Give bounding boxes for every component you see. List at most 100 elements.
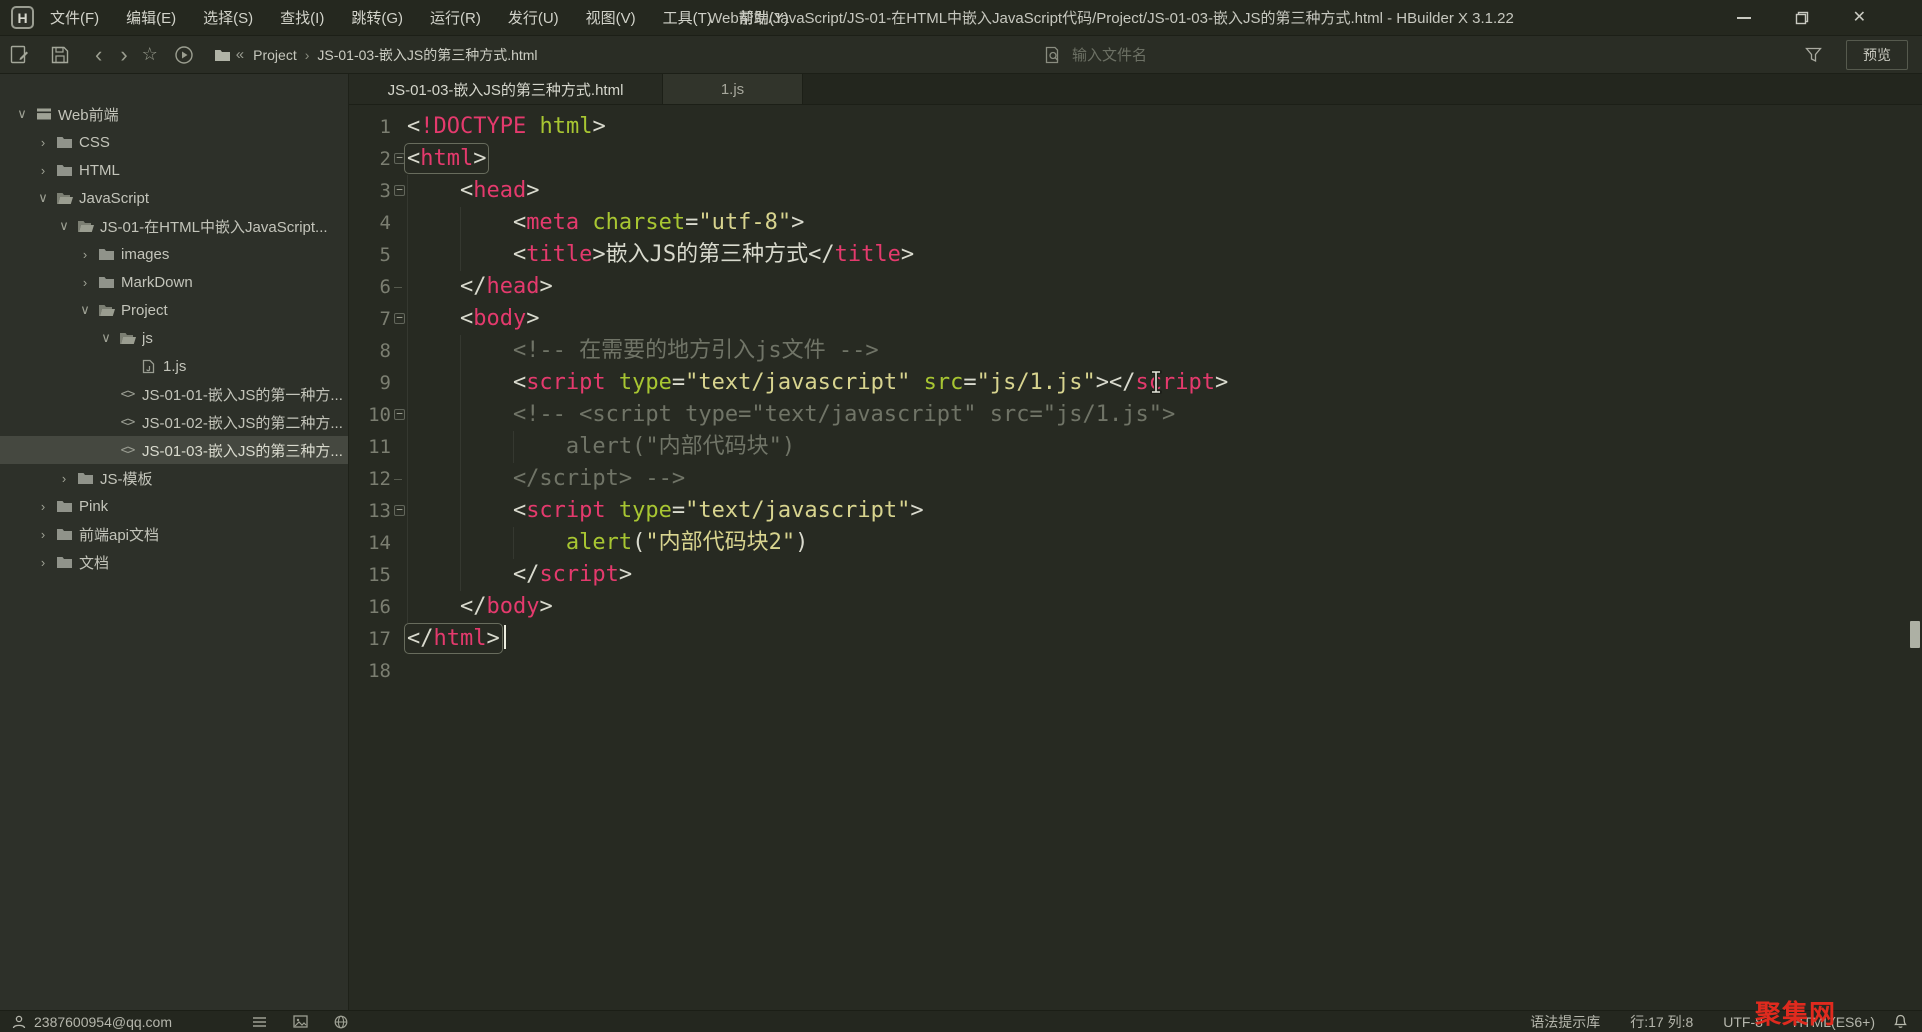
editor-tab-1[interactable]: 1.js [663,74,803,104]
chevron-down-icon[interactable]: ∨ [55,218,73,234]
notification-bell-icon[interactable] [1893,1014,1908,1029]
minimize-button[interactable] [1737,17,1751,19]
code-line-11[interactable]: 11alert("内部代码块") [349,431,1922,463]
code-line-15[interactable]: 15</script> [349,559,1922,591]
tree-item-1[interactable]: ›CSS [0,128,348,156]
tree-item-8[interactable]: ∨js [0,324,348,352]
run-icon[interactable] [174,45,194,65]
favorite-star-icon[interactable]: ☆ [142,44,158,65]
menu-item-view[interactable]: 视图(V) [586,7,636,28]
chevron-right-icon[interactable]: › [34,163,52,178]
code-line-9[interactable]: 9<script type="text/javascript" src="js/… [349,367,1922,399]
syntax-hint-library[interactable]: 语法提示库 [1530,1012,1600,1032]
chevron-right-icon[interactable]: › [55,471,73,486]
menu-item-file[interactable]: 文件(F) [50,7,99,28]
chevron-down-icon[interactable]: ∨ [13,106,31,122]
code-line-14[interactable]: 14alert("内部代码块2") [349,527,1922,559]
file-search-input[interactable] [1070,46,1290,65]
tree-item-10[interactable]: <>JS-01-01-嵌入JS的第一种方... [0,380,348,408]
folder-open-icon [115,331,140,345]
editor-tab-bar: JS-01-03-嵌入JS的第三种方式.html1.js [349,74,1922,105]
chevron-down-icon[interactable]: ∨ [34,190,52,206]
tree-item-6[interactable]: ›MarkDown [0,268,348,296]
code-line-4[interactable]: 4<meta charset="utf-8"> [349,207,1922,239]
code-line-6[interactable]: 6</head> [349,271,1922,303]
filter-funnel-icon[interactable] [1805,47,1822,63]
fold-gutter [391,559,407,591]
menu-item-goto[interactable]: 跳转(G) [351,7,403,28]
chevron-right-icon[interactable]: › [76,247,94,262]
menu-item-select[interactable]: 选择(S) [203,7,253,28]
tree-item-9[interactable]: 1.js [0,352,348,380]
chevron-right-icon[interactable]: › [34,135,52,150]
fold-marker-icon[interactable]: − [391,175,407,207]
maximize-button[interactable] [1795,11,1809,25]
fold-marker-icon[interactable]: − [391,303,407,335]
back-icon[interactable]: ‹ [95,45,102,65]
fold-marker-icon[interactable]: − [391,399,407,431]
tree-item-15[interactable]: ›前端api文档 [0,520,348,548]
account-email[interactable]: 2387600954@qq.com [34,1014,172,1030]
cursor-position[interactable]: 行:17 列:8 [1630,1012,1693,1032]
js-file-icon [136,359,161,374]
tree-item-14[interactable]: ›Pink [0,492,348,520]
menu-item-run[interactable]: 运行(R) [430,7,481,28]
code-editor[interactable]: 1<!DOCTYPE html>2−<html>3−<head>4<meta c… [349,105,1922,1010]
code-line-12[interactable]: 12</script> --> [349,463,1922,495]
chevron-down-icon[interactable]: ∨ [76,302,94,318]
tree-item-13[interactable]: ›JS-模板 [0,464,348,492]
chevron-down-icon[interactable]: ∨ [97,330,115,346]
code-line-13[interactable]: 13−<script type="text/javascript"> [349,495,1922,527]
code-line-2[interactable]: 2−<html> [349,143,1922,175]
encoding[interactable]: UTF-8 [1723,1014,1763,1030]
menu-item-publish[interactable]: 发行(U) [508,7,559,28]
code-line-7[interactable]: 7−<body> [349,303,1922,335]
code-line-16[interactable]: 16</body> [349,591,1922,623]
tree-item-11[interactable]: <>JS-01-02-嵌入JS的第二种方... [0,408,348,436]
breadcrumb-project[interactable]: Project [253,47,297,63]
tree-item-12[interactable]: <>JS-01-03-嵌入JS的第三种方... [0,436,348,464]
close-button[interactable]: ✕ [1853,10,1866,26]
code-line-8[interactable]: 8<!-- 在需要的地方引入js文件 --> [349,335,1922,367]
menu-item-find[interactable]: 查找(I) [280,7,324,28]
tree-item-3[interactable]: ∨JavaScript [0,184,348,212]
menu-item-tools[interactable]: 工具(T) [663,7,712,28]
breadcrumb-file[interactable]: JS-01-03-嵌入JS的第三种方式.html [317,45,537,65]
new-file-icon[interactable] [10,45,29,64]
preview-button[interactable]: 预览 [1846,40,1908,70]
fold-gutter [391,655,407,687]
code-line-10[interactable]: 10−<!-- <script type="text/javascript" s… [349,399,1922,431]
tree-item-label: images [121,246,169,263]
file-type[interactable]: HTML(ES6+) [1793,1014,1875,1030]
editor-tab-0[interactable]: JS-01-03-嵌入JS的第三种方式.html [349,74,663,104]
tree-item-4[interactable]: ∨JS-01-在HTML中嵌入JavaScript... [0,212,348,240]
tree-item-0[interactable]: ∨Web前端 [0,100,348,128]
line-number: 18 [349,655,391,687]
menu-item-help[interactable]: 帮助(Y) [739,7,789,28]
fold-marker-icon[interactable]: − [391,143,407,175]
code-line-1[interactable]: 1<!DOCTYPE html> [349,111,1922,143]
tree-item-7[interactable]: ∨Project [0,296,348,324]
tree-item-16[interactable]: ›文档 [0,548,348,576]
code-line-17[interactable]: 17</html> [349,623,1922,655]
fold-marker-icon[interactable]: − [391,495,407,527]
breadcrumb-collapse[interactable]: « [236,46,244,63]
list-icon[interactable] [252,1016,267,1028]
text-caret [504,625,506,649]
globe-icon[interactable] [334,1015,348,1029]
chevron-right-icon[interactable]: › [34,527,52,542]
scrollbar-caret-mark[interactable] [1910,621,1920,648]
image-icon[interactable] [293,1015,308,1028]
forward-icon[interactable]: › [120,45,127,65]
menu-item-edit[interactable]: 编辑(E) [126,7,176,28]
code-line-5[interactable]: 5<title>嵌入JS的第三种方式</title> [349,239,1922,271]
code-line-3[interactable]: 3−<head> [349,175,1922,207]
chevron-right-icon[interactable]: › [34,499,52,514]
account-person-icon[interactable] [12,1015,26,1029]
code-line-18[interactable]: 18 [349,655,1922,687]
save-icon[interactable] [51,46,69,64]
chevron-right-icon[interactable]: › [76,275,94,290]
tree-item-5[interactable]: › images [0,240,348,268]
tree-item-2[interactable]: ›HTML [0,156,348,184]
chevron-right-icon[interactable]: › [34,555,52,570]
